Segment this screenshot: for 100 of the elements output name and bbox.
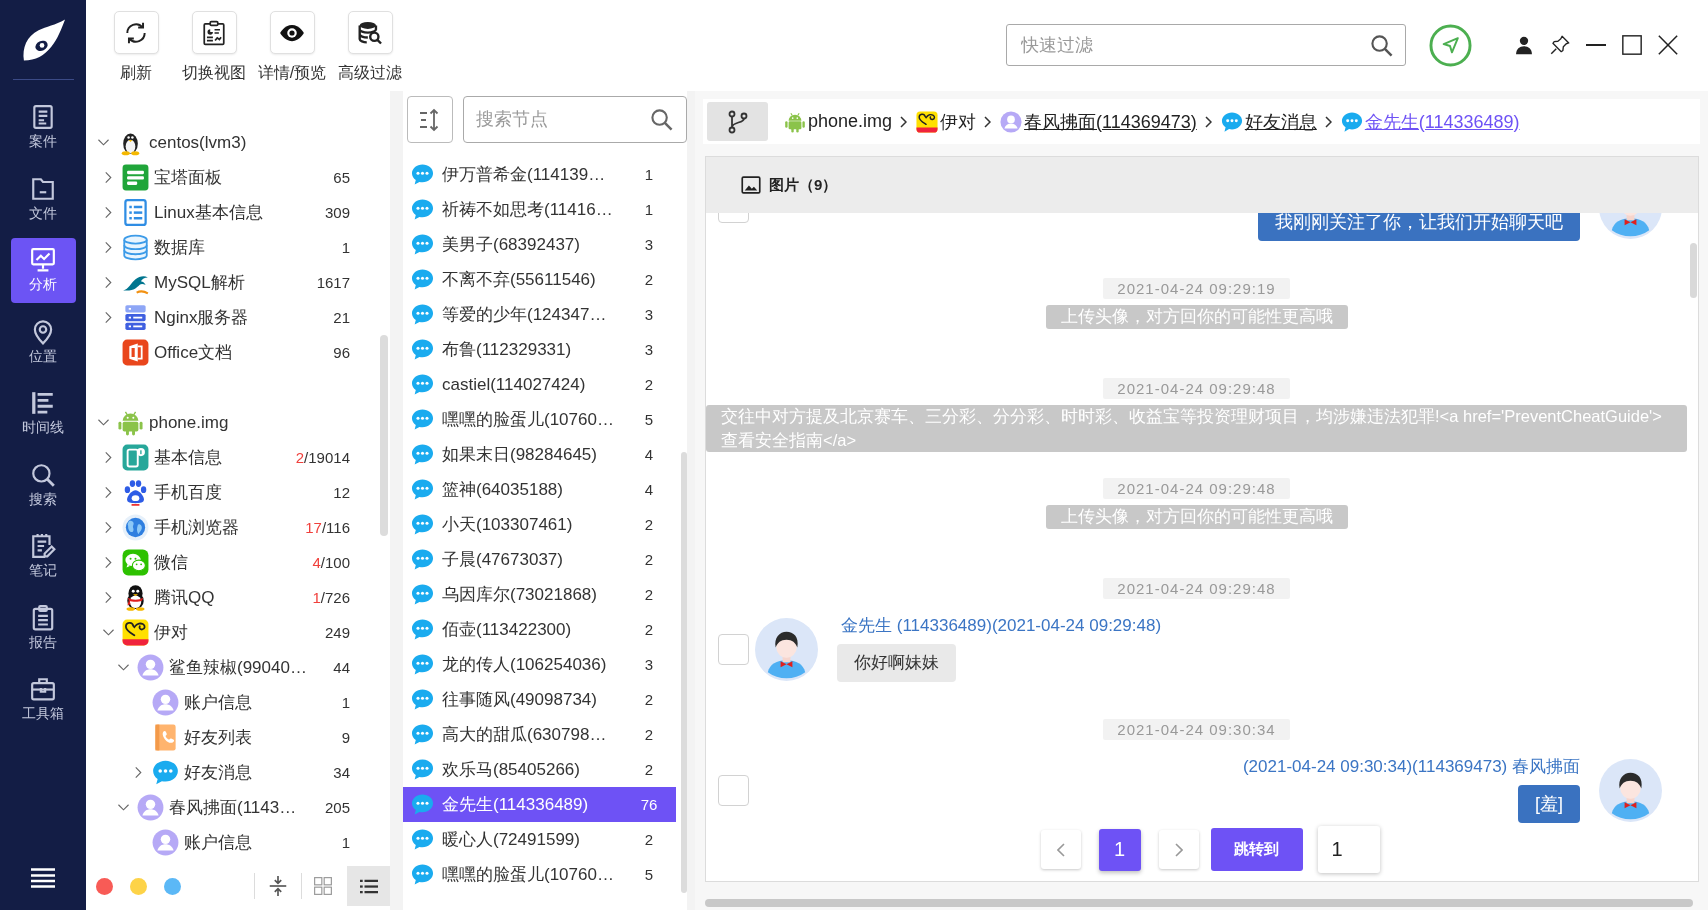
list-item[interactable]: 小天(103307461) 2 (403, 507, 676, 542)
tree-item[interactable]: Nginx服务器 21 (86, 300, 390, 335)
tree-item[interactable]: 春风拂面(1143… 205 (86, 790, 390, 825)
scrollbar-thumb[interactable] (681, 452, 687, 893)
tree-item[interactable]: Office文档 96 (86, 335, 390, 370)
tree-item[interactable]: 数据库 1 (86, 230, 390, 265)
close-icon[interactable] (1658, 35, 1678, 55)
tree-item[interactable]: 账户信息 1 (86, 825, 390, 860)
color-dot[interactable] (130, 877, 147, 895)
list-item[interactable]: 往事随风(49098734) 2 (403, 682, 676, 717)
list-item[interactable]: 嘿嘿的脸蛋儿(10760… 5 (403, 402, 676, 437)
toolbar-button[interactable]: 详情/预览 (253, 11, 331, 83)
list-item[interactable]: 佰壶(113422300) 2 (403, 612, 676, 647)
chevron-down-icon[interactable] (102, 627, 114, 638)
sort-button[interactable] (407, 96, 453, 143)
scrollbar-thumb[interactable] (1690, 243, 1697, 298)
tree-item[interactable]: 鲨鱼辣椒(99040… 44 (86, 650, 390, 685)
list-view-button[interactable] (347, 866, 390, 906)
robot-icon (117, 409, 144, 436)
list-item[interactable]: 嘿嘿的脸蛋儿(10760… 5 (403, 857, 676, 892)
tree-item[interactable]: 腾讯QQ 1/726 (86, 580, 390, 615)
tree-item[interactable]: 好友消息 34 (86, 755, 390, 790)
nav-item[interactable]: 分析 (10, 238, 76, 303)
list-item[interactable]: 不离不弃(55611546) 2 (403, 262, 676, 297)
list-item[interactable]: castiel(114027424) 2 (403, 367, 676, 402)
tree-item[interactable]: 基本信息 2/19014 (86, 440, 390, 475)
page-button[interactable]: 1 (1098, 828, 1141, 871)
page-input[interactable]: 1 (1317, 826, 1380, 873)
chat-icon (411, 408, 434, 431)
tree-item[interactable]: 微信 4/100 (86, 545, 390, 580)
jump-button[interactable]: 跳转到 (1210, 828, 1303, 871)
scrollbar-thumb[interactable] (380, 335, 388, 536)
chevron-right-icon (1174, 842, 1183, 857)
breadcrumb-link[interactable]: 金先生(114336489) (1340, 109, 1520, 134)
list-item[interactable]: 高大的甜瓜(630798… 2 (403, 717, 676, 752)
tree-item[interactable]: centos(lvm3) (86, 125, 390, 160)
chevron-right-icon (1324, 115, 1332, 128)
item-count: 3 (643, 656, 655, 673)
nav-item[interactable]: 报告 (10, 595, 76, 661)
chevron-down-icon[interactable] (97, 137, 109, 148)
collapse-icon[interactable] (267, 875, 289, 897)
nav-item[interactable]: 工具箱 (10, 667, 76, 732)
user-icon[interactable] (1514, 35, 1534, 55)
menu-icon[interactable] (31, 868, 55, 888)
toolbar-button[interactable]: 高级过滤 (331, 11, 409, 83)
tree-item[interactable]: phone.img (86, 405, 390, 440)
list-item[interactable]: 乌因库尔(73021868) 2 (403, 577, 676, 612)
navigation-icon[interactable] (1429, 23, 1472, 67)
search-field[interactable]: 搜索节点 (463, 96, 687, 143)
maximize-icon[interactable] (1622, 35, 1642, 55)
list-item[interactable]: 如果末日(98284645) 4 (403, 437, 676, 472)
tree-item[interactable]: 宝塔面板 65 (86, 160, 390, 195)
breadcrumb-link[interactable]: 好友消息 (1220, 109, 1317, 134)
nav-item[interactable]: 笔记 (10, 524, 76, 589)
chevron-down-icon[interactable] (97, 417, 109, 428)
list-item[interactable]: 祈祷不如思考(11416… 1 (403, 192, 676, 227)
list-item[interactable]: 金先生(114336489) 76 (403, 787, 676, 822)
checkbox[interactable] (718, 633, 749, 665)
chat-icon (411, 443, 434, 466)
search-field[interactable]: 快速过滤 (1006, 24, 1406, 66)
list-item[interactable]: 美男子(68392437) 3 (403, 227, 676, 262)
list-item[interactable]: 暖心人(72491599) 2 (403, 822, 676, 857)
list-item[interactable]: 子晨(47673037) 2 (403, 542, 676, 577)
list-item[interactable]: 等爱的少年(124347… 3 (403, 297, 676, 332)
toolbar-button[interactable]: 刷新 (97, 11, 175, 83)
list-item[interactable]: 伊万普希金(114139… 1 (403, 157, 676, 192)
breadcrumb-link[interactable]: 春风拂面(114369473) (1000, 109, 1197, 134)
checkbox[interactable] (718, 774, 749, 806)
nav-item[interactable]: 搜索 (10, 452, 76, 518)
tree-item[interactable]: 好友列表 9 (86, 720, 390, 755)
list-item[interactable]: 篮神(64035188) 4 (403, 472, 676, 507)
color-dot[interactable] (164, 877, 181, 895)
color-dot[interactable] (96, 877, 113, 895)
list-item[interactable]: 布鲁(112329331) 3 (403, 332, 676, 367)
tree-item[interactable]: MySQL解析 1617 (86, 265, 390, 300)
tree-item[interactable]: Linux基本信息 309 (86, 195, 390, 230)
search-icon[interactable] (1370, 33, 1393, 57)
nav-item[interactable]: 文件 (10, 166, 76, 232)
document-icon (122, 339, 149, 366)
search-icon[interactable] (650, 108, 673, 131)
list-item[interactable]: 龙的传人(106254036) 3 (403, 647, 676, 682)
pin-icon[interactable] (1550, 35, 1570, 55)
tree-item[interactable]: 手机浏览器 17/116 (86, 510, 390, 545)
item-count: 44 (333, 659, 350, 676)
tree-item[interactable]: 账户信息 1 (86, 685, 390, 720)
chevron-down-icon[interactable] (117, 662, 129, 673)
list-item[interactable]: 欢乐马(85405266) 2 (403, 752, 676, 787)
chevron-down-icon[interactable] (117, 802, 129, 813)
tab[interactable]: 图片（9） (741, 175, 838, 195)
tree-item[interactable]: 手机百度 12 (86, 475, 390, 510)
breadcrumb-item[interactable]: phone.img (784, 110, 893, 133)
branch-button[interactable] (707, 102, 768, 141)
scrollbar-thumb[interactable] (705, 899, 1693, 907)
nav-item[interactable]: 时间线 (10, 381, 76, 446)
breadcrumb-item[interactable]: 伊对 (916, 109, 977, 134)
clipboard-icon (30, 604, 56, 631)
nav-item[interactable]: 案件 (10, 95, 76, 160)
tree-item[interactable]: 伊对 249 (86, 615, 390, 650)
nav-item[interactable]: 位置 (10, 309, 76, 375)
toolbar-button[interactable]: 切换视图 (175, 11, 253, 83)
